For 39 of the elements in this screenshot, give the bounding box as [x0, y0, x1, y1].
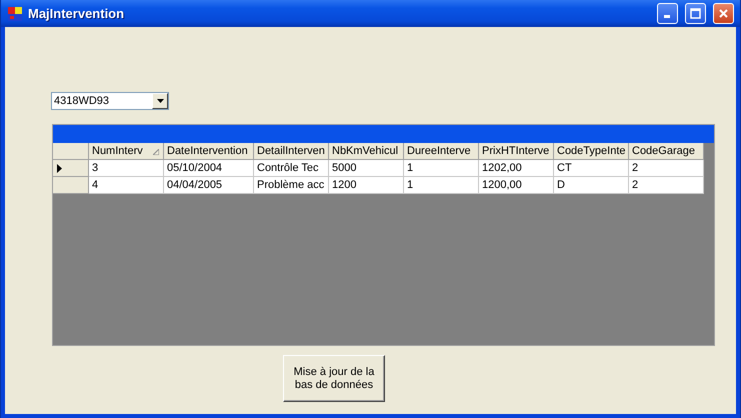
maximize-button[interactable] [685, 3, 706, 24]
row-header[interactable] [53, 160, 89, 177]
table-cell: 1 [404, 160, 479, 177]
close-icon [718, 8, 729, 19]
table-cell: Problème acc [254, 177, 329, 194]
column-header[interactable]: DetailInterven [254, 143, 329, 160]
table-cell: 1 [404, 177, 479, 194]
table-cell: 4 [89, 177, 164, 194]
table-cell: 2 [629, 160, 704, 177]
table-cell: 3 [89, 160, 164, 177]
column-header[interactable]: NumInterv [89, 143, 164, 160]
table-cell: 04/04/2005 [164, 177, 254, 194]
table-cell: D [554, 177, 629, 194]
dropdown-button[interactable] [152, 93, 168, 109]
column-header[interactable]: PrixHTInterve [479, 143, 554, 160]
app-icon [7, 6, 23, 22]
minimize-button[interactable] [657, 3, 678, 24]
table-cell: 1200,00 [479, 177, 554, 194]
column-header[interactable]: DureeInterve [404, 143, 479, 160]
table-cell: 1202,00 [479, 160, 554, 177]
combo-value: 4318WD93 [53, 95, 110, 107]
table-cell: 1200 [329, 177, 404, 194]
maximize-icon [690, 8, 701, 19]
current-row-icon [57, 164, 62, 172]
column-header[interactable]: CodeTypeInte [554, 143, 629, 160]
column-header[interactable]: DateIntervention [164, 143, 254, 160]
table-cell: 05/10/2004 [164, 160, 254, 177]
sort-icon [153, 149, 159, 155]
vehicle-combo[interactable]: 4318WD93 [51, 92, 169, 110]
table-cell: 5000 [329, 160, 404, 177]
window-title: MajIntervention [28, 6, 126, 21]
caret-icon [156, 99, 164, 103]
update-database-button[interactable]: Mise à jour de la bas de données [283, 355, 385, 402]
table-cell: Contrôle Tec [254, 160, 329, 177]
column-header[interactable]: NbKmVehicul [329, 143, 404, 160]
table-cell: 2 [629, 177, 704, 194]
close-button[interactable] [713, 3, 734, 24]
table-cell: CT [554, 160, 629, 177]
column-header[interactable]: CodeGarage [629, 143, 704, 160]
